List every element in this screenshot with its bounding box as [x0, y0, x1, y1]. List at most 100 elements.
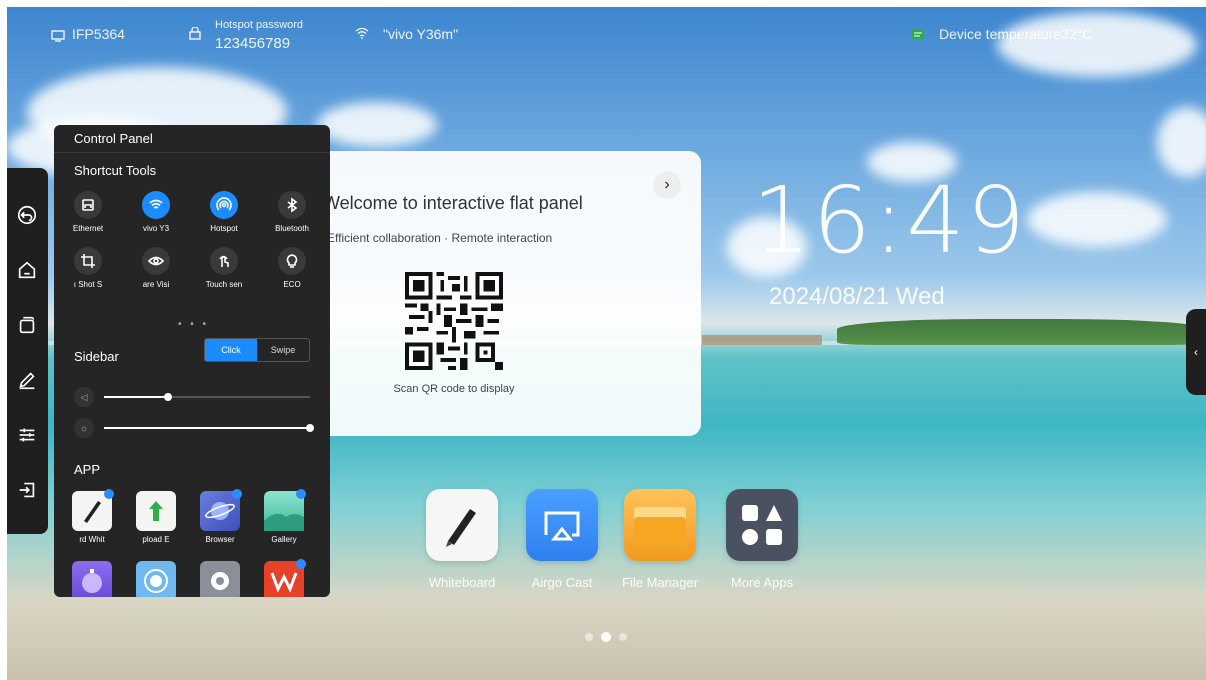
- windows-icon: [19, 316, 35, 334]
- tool-screenshot[interactable]: ı Shot S: [58, 247, 118, 289]
- tool-wifi[interactable]: vivo Y3: [126, 191, 186, 233]
- volume-track: [104, 393, 310, 401]
- volume-slider[interactable]: ◁: [74, 387, 310, 407]
- ethernet-icon: [74, 191, 102, 219]
- touch-icon: [210, 247, 238, 275]
- whiteboard-icon: [72, 489, 114, 531]
- page-dot-active[interactable]: [601, 632, 611, 642]
- welcome-title: Welcome to interactive flat panel: [323, 193, 583, 213]
- page-indicator[interactable]: [585, 632, 627, 642]
- floating-sidebar: [7, 168, 48, 534]
- windows-button[interactable]: [13, 311, 41, 339]
- app-timer[interactable]: [63, 561, 121, 597]
- cloud: [317, 102, 437, 147]
- whiteboard-icon: [426, 489, 498, 561]
- status-bar: IFP5364 Hotspot password 123456789 "vivo…: [7, 7, 1206, 62]
- chevron-right-icon: ›: [664, 176, 670, 193]
- tool-label: Touch sen: [205, 280, 243, 289]
- temperature-icon: [911, 28, 925, 44]
- upload-icon: [136, 491, 176, 531]
- hotspot-password: 123456789: [215, 35, 291, 52]
- brightness-slider[interactable]: ☼: [74, 418, 314, 438]
- settings-icon: [200, 561, 240, 597]
- dock-file-manager[interactable]: File Manager: [610, 489, 710, 590]
- volume-fill: [104, 396, 168, 398]
- brightness-track: [104, 424, 314, 432]
- welcome-card: › Welcome to interactive flat panel Effi…: [307, 151, 701, 436]
- control-panel-button[interactable]: [13, 421, 41, 449]
- palm-island: [837, 319, 1206, 345]
- app-wps[interactable]: [255, 559, 313, 597]
- volume-knob[interactable]: [163, 393, 172, 401]
- cloud: [1027, 192, 1167, 247]
- app-label: Gallery: [271, 535, 297, 544]
- desktop: IFP5364 Hotspot password 123456789 "vivo…: [7, 7, 1206, 680]
- mode-click-option[interactable]: Click: [205, 339, 257, 361]
- new-badge: [296, 559, 306, 569]
- tool-hotspot[interactable]: Hotspot: [194, 191, 254, 233]
- device-name: IFP5364: [72, 26, 125, 42]
- control-panel: Control Panel Shortcut Tools Ethernet vi…: [54, 125, 330, 597]
- tool-label: are Visi: [142, 280, 170, 289]
- bulb-icon: [278, 247, 306, 275]
- shortcut-tools-title: Shortcut Tools: [74, 163, 157, 178]
- brightness-fill: [104, 427, 310, 429]
- control-panel-title: Control Panel: [74, 131, 153, 146]
- sun-icon: ☼: [74, 418, 94, 438]
- brightness-knob[interactable]: [306, 424, 314, 432]
- new-badge: [296, 489, 306, 499]
- app-section-title: APP: [74, 462, 101, 477]
- clock-date: 2024/08/21 Wed: [769, 283, 945, 310]
- hotspot-icon: [210, 191, 238, 219]
- tool-eye-care[interactable]: are Visi: [126, 247, 186, 289]
- speaker-icon: ◁: [74, 387, 94, 407]
- wifi-name: "vivo Y36m": [383, 26, 459, 42]
- tool-touch[interactable]: Touch sen: [194, 247, 254, 289]
- divider: [54, 152, 330, 153]
- tool-label: Hotspot: [210, 224, 238, 233]
- tool-bluetooth[interactable]: Bluetooth: [262, 191, 322, 233]
- device-temperature: Device temperature32°C: [939, 26, 1093, 42]
- clock-time: 16:49: [752, 167, 1028, 274]
- lock-icon: [189, 26, 201, 43]
- tool-label: Ethernet: [72, 224, 104, 233]
- gallery-icon: [264, 489, 306, 531]
- card-next-button[interactable]: ›: [653, 171, 681, 199]
- wifi-icon: [142, 191, 170, 219]
- new-badge: [104, 489, 114, 499]
- tool-eco[interactable]: ECO: [262, 247, 322, 289]
- dock-more-apps[interactable]: More Apps: [712, 489, 812, 590]
- app-upload[interactable]: pload E: [127, 491, 185, 544]
- page-dot[interactable]: [585, 633, 593, 641]
- home-button[interactable]: [13, 256, 41, 284]
- cast-icon: [526, 489, 598, 561]
- page-dot[interactable]: [619, 633, 627, 641]
- app-browser[interactable]: Browser: [191, 489, 249, 544]
- back-button[interactable]: [13, 201, 41, 229]
- dock-label: Whiteboard: [428, 575, 496, 590]
- annotate-button[interactable]: [13, 366, 41, 394]
- wps-icon: [264, 559, 306, 597]
- app-label: pload E: [142, 535, 170, 544]
- welcome-subtitle: Efficient collaboration · Remote interac…: [327, 231, 553, 245]
- input-source-icon: [19, 482, 35, 498]
- dock-whiteboard[interactable]: Whiteboard: [412, 489, 512, 590]
- app-label: Browser: [205, 535, 235, 544]
- dock-label: File Manager: [622, 575, 698, 590]
- sidebar-setting-label: Sidebar: [74, 349, 119, 364]
- app-record[interactable]: [127, 561, 185, 597]
- record-icon: [136, 561, 176, 597]
- right-sidebar-handle[interactable]: ‹: [1186, 309, 1206, 395]
- chevron-left-icon: ‹: [1194, 345, 1198, 359]
- app-settings[interactable]: [191, 561, 249, 597]
- pen-icon: [19, 372, 35, 390]
- dock-airgo-cast[interactable]: Airgo Cast: [512, 489, 612, 590]
- input-source-button[interactable]: [13, 476, 41, 504]
- page-dots: • • •: [178, 319, 210, 330]
- dock-label: Airgo Cast: [531, 575, 593, 590]
- app-gallery[interactable]: Gallery: [255, 489, 313, 544]
- app-whiteboard[interactable]: rd Whit: [63, 489, 121, 544]
- mode-swipe-option[interactable]: Swipe: [257, 339, 309, 361]
- dock-label: More Apps: [730, 575, 794, 590]
- tool-ethernet[interactable]: Ethernet: [58, 191, 118, 233]
